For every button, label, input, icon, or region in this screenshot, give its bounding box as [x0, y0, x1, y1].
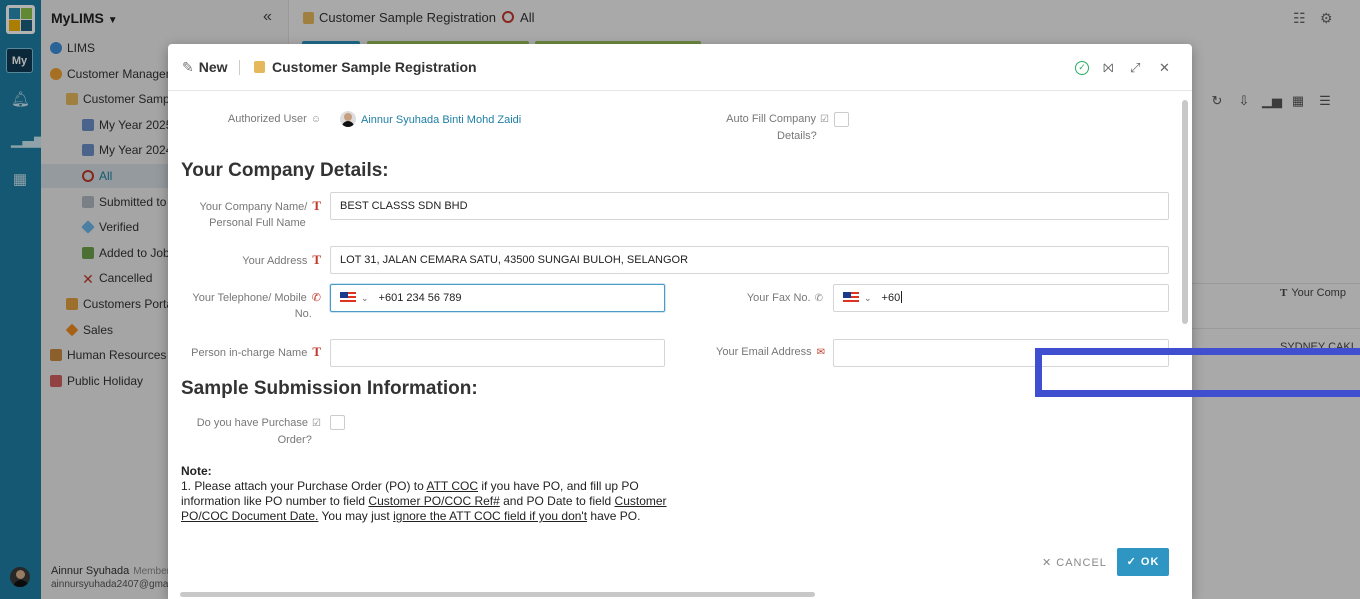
address-label: Your Address T — [178, 252, 321, 269]
address-label-text: Your Address — [242, 255, 308, 267]
scroll-icon — [254, 61, 265, 73]
expand-icon[interactable]: ⤢ — [1130, 60, 1140, 76]
share-icon[interactable]: ⨝ — [1103, 60, 1114, 76]
note-heading: Note: — [181, 464, 212, 478]
note-block: Note: 1. Please attach your Purchase Ord… — [181, 464, 681, 524]
authorized-user-name: Ainnur Syuhada Binti Mohd Zaidi — [361, 114, 522, 126]
dialog-title-text: Customer Sample Registration — [272, 59, 477, 75]
person-field[interactable] — [330, 339, 665, 367]
company-name-label-line2: Personal Full Name — [209, 217, 306, 229]
close-icon[interactable]: ✕ — [1159, 60, 1170, 76]
note-underline: ignore the ATT COC field if you don't — [393, 509, 588, 523]
company-name-field[interactable]: BEST CLASSS SDN BHD — [330, 192, 1169, 220]
auto-fill-checkbox[interactable] — [834, 112, 849, 127]
auto-fill-label-line2: Details? — [777, 130, 817, 142]
avatar — [340, 111, 356, 127]
fax-label-text: Your Fax No. — [746, 292, 811, 304]
fax-field[interactable]: ⌄ +60 — [833, 284, 1169, 312]
vertical-scrollbar[interactable] — [1181, 94, 1189, 590]
note-underline: ATT COC — [426, 479, 479, 493]
telephone-field[interactable]: ⌄ +601 234 56 789 — [330, 284, 665, 312]
section-sample: Sample Submission Information: — [181, 378, 478, 399]
auto-fill-label-line1: Auto Fill Company — [726, 113, 817, 125]
dialog-title: Customer Sample Registration — [254, 59, 477, 75]
person-label: Person in-charge Name T — [178, 344, 321, 361]
dialog-mode: ✎ New — [182, 59, 228, 76]
note-text: You may just — [318, 509, 394, 523]
authorized-user-label-text: Authorized User — [227, 113, 307, 125]
close-icon: ✕ — [1042, 557, 1053, 569]
note-text: and PO Date to field — [499, 494, 615, 508]
scroll-thumb[interactable] — [1182, 100, 1188, 324]
email-label: Your Email Address ✉ — [668, 344, 825, 361]
ok-button-label: OK — [1140, 556, 1160, 568]
email-label-text: Your Email Address — [716, 346, 812, 358]
divider — [239, 60, 240, 75]
note-text: have PO. — [587, 509, 641, 523]
highlight-box — [1035, 348, 1360, 397]
fax-label: Your Fax No. ✆ — [688, 290, 823, 307]
text-type-icon: T — [312, 252, 321, 267]
checkbox-icon: ☑ — [820, 114, 829, 125]
checkbox-icon: ☑ — [312, 418, 321, 429]
po-checkbox[interactable] — [330, 415, 345, 430]
po-label: Do you have Purchase ☑ Order? — [178, 415, 321, 448]
dialog-header: ✎ New Customer Sample Registration ✓ ⨝ ⤢ … — [168, 44, 1192, 91]
registration-dialog: ✎ New Customer Sample Registration ✓ ⨝ ⤢ … — [168, 44, 1192, 599]
telephone-label-line1: Your Telephone/ Mobile — [192, 292, 307, 304]
note-underline: Customer PO/COC Ref# — [368, 494, 500, 508]
company-name-label-line1: Your Company Name/ — [199, 201, 308, 213]
text-cursor — [901, 291, 903, 303]
scroll-thumb[interactable] — [180, 592, 815, 597]
po-label-line2: Order? — [277, 434, 312, 446]
cancel-button-label: CANCEL — [1056, 557, 1107, 569]
phone-icon: ✆ — [814, 293, 823, 304]
address-field[interactable]: LOT 31, JALAN CEMARA SATU, 43500 SUNGAI … — [330, 246, 1169, 274]
edit-icon: ✎ — [182, 59, 194, 75]
chevron-down-icon[interactable]: ⌄ — [361, 285, 369, 311]
cancel-button[interactable]: ✕ CANCEL — [1042, 556, 1107, 569]
dialog-mode-text: New — [198, 59, 228, 75]
section-company: Your Company Details: — [181, 160, 389, 181]
fax-value: +60 — [881, 292, 901, 304]
user-icon: ☺ — [310, 114, 321, 125]
telephone-label-line2: No. — [294, 308, 312, 320]
chevron-down-icon[interactable]: ⌄ — [864, 285, 872, 311]
malaysia-flag-icon[interactable] — [340, 292, 356, 302]
authorized-user-value[interactable]: Ainnur Syuhada Binti Mohd Zaidi — [340, 111, 521, 127]
telephone-label: Your Telephone/ Mobile ✆ No. — [178, 290, 321, 322]
telephone-value: +601 234 56 789 — [378, 292, 462, 304]
note-text: 1. Please attach your Purchase Order (PO… — [181, 479, 427, 493]
company-name-label: Your Company Name/T Personal Full Name — [178, 198, 322, 231]
text-type-icon: T — [312, 344, 321, 359]
horizontal-scrollbar[interactable] — [174, 590, 1179, 598]
authorized-user-label: Authorized User ☺ — [188, 111, 321, 128]
auto-fill-label: Auto Fill Company ☑ Details? — [688, 111, 829, 144]
check-icon: ✓ — [1126, 556, 1137, 568]
envelope-icon: ✉ — [816, 347, 825, 358]
phone-icon: ✆ — [311, 292, 321, 304]
po-label-line1: Do you have Purchase — [196, 417, 309, 429]
check-circle-icon[interactable]: ✓ — [1075, 61, 1089, 75]
person-label-text: Person in-charge Name — [191, 347, 308, 359]
ok-button[interactable]: ✓ OK — [1117, 548, 1169, 576]
malaysia-flag-icon[interactable] — [843, 292, 859, 302]
text-type-icon: T — [312, 198, 321, 213]
